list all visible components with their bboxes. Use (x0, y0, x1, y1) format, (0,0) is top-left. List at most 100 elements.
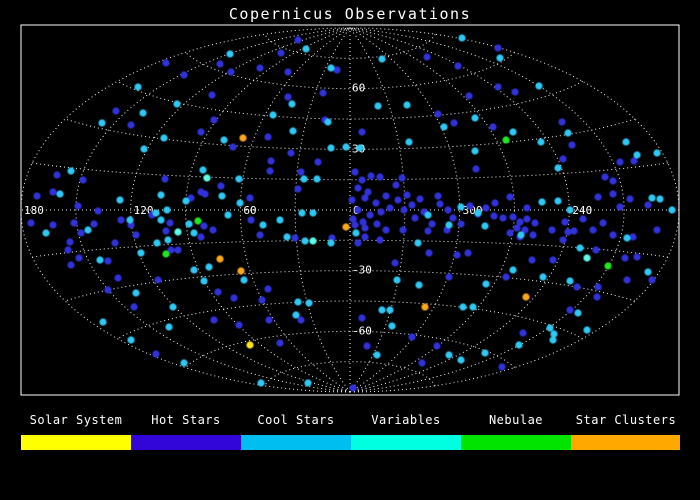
data-point (367, 172, 375, 180)
data-point (67, 167, 75, 175)
data-point (214, 288, 222, 296)
data-point (496, 54, 504, 62)
data-point (324, 118, 332, 126)
data-point (354, 184, 362, 192)
data-point (546, 324, 554, 332)
data-point (227, 68, 235, 76)
data-point (197, 128, 205, 136)
data-point (382, 226, 390, 234)
data-point (378, 55, 386, 63)
data-point (300, 175, 308, 183)
data-point (494, 83, 502, 91)
data-point (394, 196, 402, 204)
data-point (104, 257, 112, 265)
data-point (269, 111, 277, 119)
data-point (633, 253, 641, 261)
data-point (656, 195, 664, 203)
legend-swatch-star-clusters (571, 435, 680, 450)
data-point (134, 83, 142, 91)
data-point (490, 212, 498, 220)
data-point (648, 276, 656, 284)
data-point (246, 194, 254, 202)
data-point (132, 231, 140, 239)
legend-swatch-hot-stars (131, 435, 241, 450)
data-point (626, 195, 634, 203)
data-point (653, 226, 661, 234)
data-point (589, 226, 597, 234)
data-point (548, 226, 556, 234)
data-point (349, 384, 357, 392)
data-point (152, 209, 160, 217)
data-point (289, 127, 297, 135)
data-point (67, 261, 75, 269)
data-point (327, 144, 335, 152)
data-point (528, 256, 536, 264)
data-point (304, 379, 312, 387)
data-point (174, 246, 182, 254)
data-point (457, 356, 465, 364)
parallel-line (32, 239, 668, 258)
data-point (464, 249, 472, 257)
data-point (49, 188, 57, 196)
data-point (226, 50, 234, 58)
data-point (604, 262, 612, 270)
data-point (163, 206, 171, 214)
data-point (621, 254, 629, 262)
data-point (465, 92, 473, 100)
data-point (75, 254, 83, 262)
data-point (361, 233, 369, 241)
data-point (309, 237, 317, 245)
data-point (161, 175, 169, 183)
data-point (190, 266, 198, 274)
legend-label-hot-stars: Hot Stars (151, 413, 221, 427)
data-point (256, 231, 264, 239)
parallel-line (264, 361, 436, 387)
data-point (96, 256, 104, 264)
data-point (56, 190, 64, 198)
longitude-tick-label: 180 (24, 204, 44, 217)
data-point (358, 314, 366, 322)
data-point (434, 192, 442, 200)
data-point (382, 192, 390, 200)
data-point (415, 281, 423, 289)
data-point (399, 226, 407, 234)
data-point (499, 214, 507, 222)
data-point (173, 100, 181, 108)
data-point (240, 276, 248, 284)
data-point (509, 128, 517, 136)
data-point (354, 239, 362, 247)
data-point (98, 119, 106, 127)
data-point (523, 215, 531, 223)
data-point (84, 226, 92, 234)
data-point (425, 249, 433, 257)
data-point (284, 93, 292, 101)
data-point (376, 236, 384, 244)
data-point (502, 136, 510, 144)
data-point (574, 309, 582, 317)
data-point (374, 102, 382, 110)
data-point (576, 244, 584, 252)
data-point (246, 341, 254, 349)
data-point (160, 134, 168, 142)
data-point (388, 322, 396, 330)
data-point (313, 175, 321, 183)
data-point (583, 254, 591, 262)
data-point (434, 110, 442, 118)
data-point (140, 145, 148, 153)
data-point (378, 306, 386, 314)
data-point (428, 220, 436, 228)
data-point (549, 256, 557, 264)
data-point (601, 173, 609, 181)
data-point (70, 219, 78, 227)
data-point (616, 203, 624, 211)
data-point (194, 217, 202, 225)
series-hot-stars (27, 36, 661, 392)
legend-swatch-cool-stars (241, 435, 351, 450)
data-point (519, 329, 527, 337)
data-point (94, 207, 102, 215)
data-point (372, 199, 380, 207)
data-point (436, 200, 444, 208)
data-point (264, 133, 272, 141)
data-point (53, 171, 61, 179)
data-point (424, 227, 432, 235)
